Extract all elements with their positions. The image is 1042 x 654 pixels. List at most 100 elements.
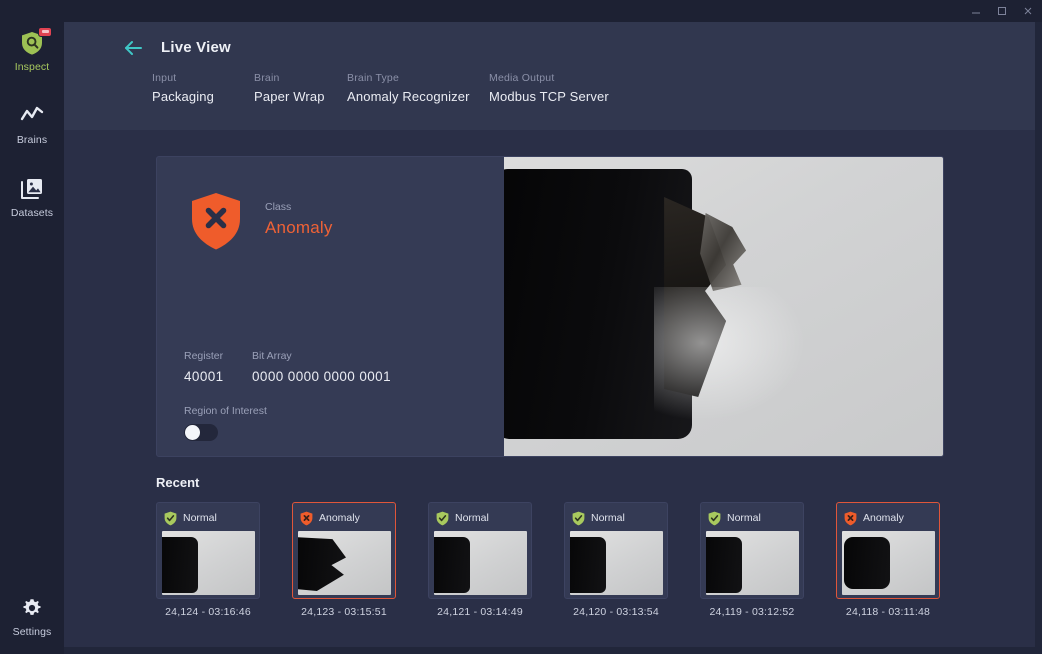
header-meta-row: Input Packaging Brain Paper Wrap Brain T… — [64, 56, 1035, 104]
meta-label: Input — [152, 72, 177, 84]
thumbnail-status: Anomaly — [319, 512, 360, 524]
line-chart-icon — [19, 103, 45, 129]
arrow-left-icon[interactable] — [123, 40, 143, 56]
content-panel: Live View Input Packaging Brain Paper Wr… — [64, 22, 1035, 647]
list-item[interactable]: Normal 24,120 - 03:13:54 — [564, 502, 668, 618]
class-label: Class — [265, 201, 292, 213]
thumbnail-caption: 24,120 - 03:13:54 — [573, 606, 659, 618]
close-icon[interactable] — [1022, 5, 1034, 17]
maximize-icon[interactable] — [996, 5, 1008, 17]
sidebar-item-inspect[interactable]: Inspect — [0, 22, 64, 79]
page-header: Live View Input Packaging Brain Paper Wr… — [64, 22, 1035, 130]
thumbnail-image — [298, 531, 391, 595]
thumbnail-card[interactable]: Anomaly — [292, 502, 396, 599]
thumbnail-status: Normal — [727, 512, 761, 524]
application-window: Inspect Brains Datasets Settings Live Vi… — [0, 0, 1042, 654]
title-bar — [0, 0, 1042, 22]
shield-check-icon — [572, 511, 585, 526]
recent-list: Normal 24,124 - 03:16:46 Anomaly 24,123 … — [156, 502, 956, 618]
meta-label: Brain Type — [347, 72, 400, 84]
notification-badge — [38, 27, 52, 37]
sidebar-item-datasets[interactable]: Datasets — [0, 168, 64, 225]
recent-section-title: Recent — [156, 475, 200, 490]
bit-array-label: Bit Array — [252, 350, 292, 362]
meta-item-input: Input Packaging — [152, 72, 254, 104]
thumbnail-header: Normal — [162, 509, 254, 527]
thumbnail-caption: 24,119 - 03:12:52 — [709, 606, 795, 618]
sidebar-item-label: Inspect — [14, 61, 50, 73]
meta-item-media-output: Media Output Modbus TCP Server — [489, 72, 609, 104]
meta-value: Paper Wrap — [254, 89, 325, 104]
thumbnail-card[interactable]: Anomaly — [836, 502, 940, 599]
region-of-interest-block: Region of Interest — [184, 405, 267, 441]
thumbnail-header: Normal — [434, 509, 526, 527]
images-stack-icon — [19, 176, 45, 202]
thumbnail-caption: 24,123 - 03:15:51 — [301, 606, 387, 618]
meta-value: Anomaly Recognizer — [347, 89, 470, 104]
minimize-icon[interactable] — [970, 5, 982, 17]
meta-item-brain-type: Brain Type Anomaly Recognizer — [347, 72, 489, 104]
bit-array-field: Bit Array 0000 0000 0000 0001 — [252, 350, 391, 384]
preview-highlight — [654, 287, 815, 427]
shield-check-icon — [164, 511, 177, 526]
result-details-pane: Class Anomaly Register 40001 Bit Array 0… — [157, 157, 504, 456]
thumbnail-card[interactable]: Normal — [700, 502, 804, 599]
live-result-card: Class Anomaly Register 40001 Bit Array 0… — [156, 156, 944, 457]
shield-search-icon — [19, 27, 52, 56]
thumbnail-header: Normal — [570, 509, 662, 527]
shield-check-icon — [436, 511, 449, 526]
thumbnail-image — [570, 531, 663, 595]
class-block: Class Anomaly — [157, 157, 504, 252]
thumbnail-image — [434, 531, 527, 595]
register-block: Register 40001 Bit Array 0000 0000 0000 … — [184, 350, 391, 384]
list-item[interactable]: Normal 24,124 - 03:16:46 — [156, 502, 260, 618]
gear-icon — [19, 595, 45, 621]
thumbnail-status: Normal — [183, 512, 217, 524]
register-label: Register — [184, 350, 224, 362]
list-item[interactable]: Anomaly 24,123 - 03:15:51 — [292, 502, 396, 618]
list-item[interactable]: Normal 24,119 - 03:12:52 — [700, 502, 804, 618]
sidebar-item-label: Datasets — [10, 207, 54, 219]
thumbnail-header: Normal — [706, 509, 798, 527]
thumbnail-card[interactable]: Normal — [428, 502, 532, 599]
region-of-interest-label: Region of Interest — [184, 405, 267, 417]
thumbnail-image — [706, 531, 799, 595]
meta-item-brain: Brain Paper Wrap — [254, 72, 347, 104]
shield-x-icon — [189, 191, 243, 252]
page-title: Live View — [161, 39, 231, 56]
register-field: Register 40001 — [184, 350, 252, 384]
toggle-knob — [185, 425, 200, 440]
thumbnail-status: Normal — [455, 512, 489, 524]
thumbnail-header: Anomaly — [298, 509, 390, 527]
register-value: 40001 — [184, 369, 224, 384]
shield-x-icon — [844, 511, 857, 526]
thumbnail-caption: 24,118 - 03:11:48 — [845, 606, 931, 618]
meta-label: Brain — [254, 72, 280, 84]
sidebar: Inspect Brains Datasets Settings — [0, 0, 64, 654]
region-of-interest-toggle[interactable] — [184, 424, 218, 441]
thumbnail-card[interactable]: Normal — [564, 502, 668, 599]
class-text: Class Anomaly — [265, 191, 333, 238]
bit-array-value: 0000 0000 0000 0001 — [252, 369, 391, 384]
meta-value: Modbus TCP Server — [489, 89, 609, 104]
class-value: Anomaly — [265, 218, 333, 237]
sidebar-item-brains[interactable]: Brains — [0, 95, 64, 152]
shield-check-icon — [708, 511, 721, 526]
meta-label: Media Output — [489, 72, 555, 84]
thumbnail-header: Anomaly — [842, 509, 934, 527]
meta-value: Packaging — [152, 89, 215, 104]
sidebar-item-label: Settings — [12, 626, 52, 638]
thumbnail-caption: 24,124 - 03:16:46 — [165, 606, 251, 618]
thumbnail-caption: 24,121 - 03:14:49 — [437, 606, 523, 618]
sidebar-item-label: Brains — [16, 134, 48, 146]
list-item[interactable]: Anomaly 24,118 - 03:11:48 — [836, 502, 940, 618]
list-item[interactable]: Normal 24,121 - 03:14:49 — [428, 502, 532, 618]
thumbnail-status: Anomaly — [863, 512, 904, 524]
sidebar-item-settings[interactable]: Settings — [0, 587, 64, 644]
thumbnail-status: Normal — [591, 512, 625, 524]
thumbnail-image — [162, 531, 255, 595]
live-preview-image[interactable] — [504, 157, 943, 456]
header-top-row: Live View — [64, 22, 1035, 56]
thumbnail-image — [842, 531, 935, 595]
thumbnail-card[interactable]: Normal — [156, 502, 260, 599]
